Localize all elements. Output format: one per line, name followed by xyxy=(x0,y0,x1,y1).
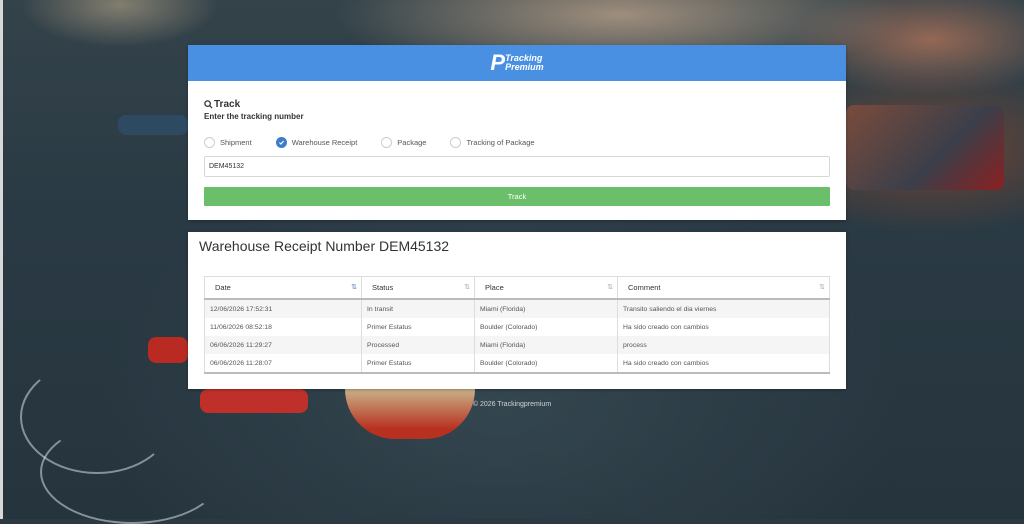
sort-icon[interactable]: ⇅ xyxy=(819,283,825,291)
radio-circle-package[interactable] xyxy=(381,136,393,148)
window-edge xyxy=(0,0,3,519)
tracking-number-input[interactable]: DEM45132 xyxy=(204,156,830,177)
tracking-type-options: Shipment Warehouse Receipt Package Track… xyxy=(204,135,830,149)
checkmark-icon xyxy=(278,140,284,145)
sort-icon[interactable]: ⇅ xyxy=(607,283,613,291)
cargo-ship-image xyxy=(846,105,1004,190)
search-icon xyxy=(204,100,213,109)
track-title: Track xyxy=(214,99,241,110)
option-warehouse-receipt-label: Warehouse Receipt xyxy=(291,137,358,147)
cell-place: Boulder (Colorado) xyxy=(474,354,618,374)
table-row: 06/06/2026 11:28:07 Primer Estatus Bould… xyxy=(204,354,830,374)
option-shipment[interactable]: Shipment xyxy=(204,136,252,148)
option-package-label: Package xyxy=(397,137,427,147)
option-tracking-of-package-label: Tracking of Package xyxy=(466,137,535,147)
cell-date: 11/06/2026 08:52:18 xyxy=(204,318,362,336)
cell-comment: Ha sido creado con cambios xyxy=(617,354,830,374)
table-header-row: Date ⇅ Status ⇅ Place ⇅ Comment ⇅ xyxy=(204,276,830,300)
cell-status: Processed xyxy=(361,336,475,354)
cell-comment: process xyxy=(617,336,830,354)
table-row: 12/06/2026 17:52:31 In transit Miami (Fl… xyxy=(204,299,830,318)
tracking-premium-logo[interactable]: P Tracking Premium xyxy=(490,50,543,76)
column-header-comment-label: Comment xyxy=(628,283,661,292)
column-header-place[interactable]: Place ⇅ xyxy=(474,276,618,300)
option-tracking-of-package[interactable]: Tracking of Package xyxy=(450,136,535,148)
option-warehouse-receipt[interactable]: Warehouse Receipt xyxy=(275,136,358,148)
option-shipment-label: Shipment xyxy=(220,137,252,147)
column-header-date[interactable]: Date ⇅ xyxy=(204,276,362,300)
cell-place: Boulder (Colorado) xyxy=(474,318,618,336)
radio-circle-warehouse-receipt[interactable] xyxy=(275,136,287,148)
result-title: Warehouse Receipt Number DEM45132 xyxy=(199,238,450,254)
radio-circle-shipment[interactable] xyxy=(204,136,215,148)
brand-header: P Tracking Premium xyxy=(188,45,846,81)
track-subtitle: Enter the tracking number xyxy=(204,112,304,121)
table-row: 06/06/2026 11:29:27 Processed Miami (Flo… xyxy=(204,336,830,354)
red-boat-image xyxy=(148,337,188,363)
sort-icon[interactable]: ⇅ xyxy=(464,283,470,291)
cell-status: In transit xyxy=(361,299,475,318)
table-row: 11/06/2026 08:52:18 Primer Estatus Bould… xyxy=(204,318,830,336)
cell-comment: Ha sido creado con cambios xyxy=(617,318,830,336)
tugboat-image xyxy=(118,115,188,135)
wake-decoration-2 xyxy=(40,420,224,524)
cell-date: 06/06/2026 11:29:27 xyxy=(204,336,362,354)
option-package[interactable]: Package xyxy=(381,136,427,148)
column-header-status-label: Status xyxy=(372,283,394,292)
column-header-date-label: Date xyxy=(215,283,231,292)
column-header-status[interactable]: Status ⇅ xyxy=(361,276,475,300)
cell-place: Miami (Florida) xyxy=(474,336,618,354)
logo-line-2: Premium xyxy=(505,62,544,72)
cell-status: Primer Estatus xyxy=(361,318,475,336)
radio-circle-tracking-of-package[interactable] xyxy=(450,136,462,148)
results-panel: Warehouse Receipt Number DEM45132 Date ⇅… xyxy=(188,232,846,389)
cell-status: Primer Estatus xyxy=(361,354,475,374)
logo-mark: P xyxy=(490,50,505,75)
cell-date: 06/06/2026 11:28:07 xyxy=(204,354,362,374)
tracking-history-table: Date ⇅ Status ⇅ Place ⇅ Comment ⇅ 12/06/… xyxy=(204,276,830,374)
track-button[interactable]: Track xyxy=(204,187,830,206)
footer-copyright: © 2026 Trackingpremium xyxy=(472,401,552,408)
cell-date: 12/06/2026 17:52:31 xyxy=(204,299,362,318)
cell-place: Miami (Florida) xyxy=(474,299,618,318)
tracking-form-panel: P Tracking Premium Track Enter the track… xyxy=(188,45,846,220)
column-header-place-label: Place xyxy=(485,283,504,292)
track-heading: Track xyxy=(204,99,830,110)
cell-comment: Transito saliendo el dia viernes xyxy=(617,299,830,318)
sort-desc-icon[interactable]: ⇅ xyxy=(351,283,357,291)
column-header-comment[interactable]: Comment ⇅ xyxy=(617,276,830,300)
